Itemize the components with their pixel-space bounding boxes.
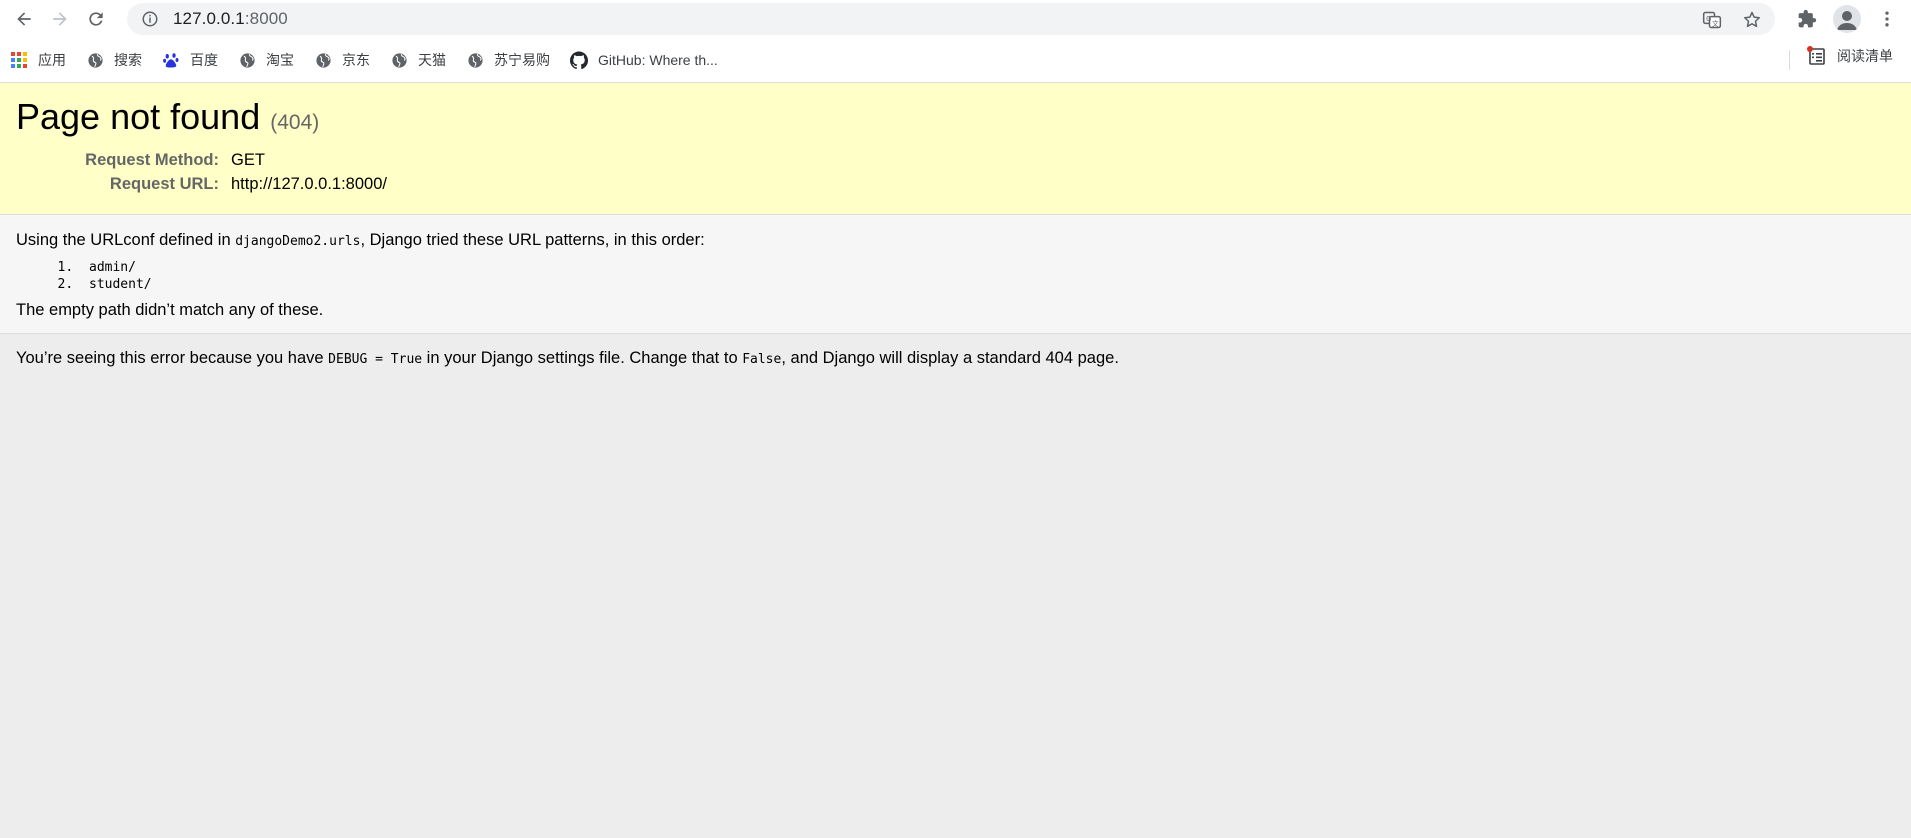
page-title-text: Page not found [16, 96, 261, 137]
globe-icon [86, 51, 104, 69]
globe-icon [390, 51, 408, 69]
reload-button[interactable] [78, 1, 114, 37]
bookmark-label: 京东 [342, 52, 370, 68]
menu-kebab-icon[interactable] [1869, 1, 1905, 37]
bookmark-taobao[interactable]: 淘宝 [238, 46, 302, 74]
request-url-value: http://127.0.0.1:8000/ [231, 175, 387, 193]
forward-button[interactable] [42, 1, 78, 37]
bookmark-label: 苏宁易购 [494, 52, 550, 68]
address-url[interactable]: 127.0.0.1:8000 [173, 9, 288, 29]
bookmark-label: 百度 [190, 52, 218, 68]
urlconf-module: djangoDemo2.urls [235, 234, 361, 249]
globe-icon [238, 51, 256, 69]
request-url-label: Request URL: [109, 175, 219, 193]
back-button[interactable] [6, 1, 42, 37]
github-icon [570, 51, 588, 69]
bookmark-star-icon[interactable] [1739, 7, 1765, 33]
url-patterns-info: Using the URLconf defined in djangoDemo2… [0, 215, 1911, 334]
error-summary: Page not found (404) Request Method: GET… [0, 83, 1911, 215]
bookmark-suning[interactable]: 苏宁易购 [466, 46, 558, 74]
url-patterns-list: admin/ student/ [81, 259, 1895, 293]
url-port: :8000 [244, 9, 288, 28]
bookmarks-divider [1789, 50, 1790, 70]
url-pattern-item: student/ [81, 276, 1895, 293]
bookmark-baidu[interactable]: 百度 [162, 46, 226, 74]
bookmark-apps[interactable]: 应用 [10, 46, 74, 74]
explanation-text: You’re seeing this error because you hav… [16, 347, 1895, 371]
url-pattern-item: admin/ [81, 259, 1895, 276]
bookmark-github[interactable]: GitHub: Where th... [570, 46, 726, 74]
globe-icon [466, 51, 484, 69]
no-match-message: The empty path didn’t match any of these… [16, 301, 324, 319]
explanation-part1: You’re seeing this error because you hav… [16, 349, 329, 367]
bookmark-label: 应用 [38, 52, 66, 68]
svg-text:G: G [1706, 15, 1711, 23]
status-code: (404) [270, 111, 320, 134]
baidu-paw-icon [162, 51, 180, 69]
bookmark-search[interactable]: 搜索 [86, 46, 150, 74]
intro-suffix: , Django tried these URL patterns, in th… [360, 231, 705, 249]
false-code: False [742, 352, 782, 367]
bookmark-label: 搜索 [114, 52, 142, 68]
debug-explanation: You’re seeing this error because you hav… [0, 334, 1911, 384]
debug-setting-code: DEBUG = True [328, 352, 423, 367]
bookmark-label: GitHub: Where th... [598, 52, 718, 68]
bookmark-label: 淘宝 [266, 52, 294, 68]
back-arrow-icon [17, 12, 31, 26]
url-host: 127.0.0.1 [173, 9, 245, 28]
explanation-part3: , and Django will display a standard 404… [781, 349, 1119, 367]
request-method-label: Request Method: [85, 151, 219, 169]
explanation-part2: in your Django settings file. Change tha… [422, 349, 743, 367]
bookmark-label: 天猫 [418, 52, 446, 68]
request-meta-table: Request Method: GET Request URL: http://… [16, 151, 1895, 194]
reading-list-icon [1807, 46, 1827, 66]
address-bar[interactable]: 127.0.0.1:8000 G文 [127, 3, 1775, 35]
profile-button[interactable] [1829, 1, 1865, 37]
urlconf-intro: Using the URLconf defined in djangoDemo2… [16, 229, 1895, 253]
page-title: Page not found (404) [16, 99, 1895, 135]
reading-list-label: 阅读清单 [1837, 48, 1893, 64]
forward-arrow-icon [53, 12, 67, 26]
browser-toolbar: 127.0.0.1:8000 G文 [0, 0, 1911, 38]
extensions-puzzle-icon[interactable] [1789, 1, 1825, 37]
site-info-icon[interactable] [139, 8, 161, 30]
request-method-value: GET [231, 151, 265, 169]
intro-prefix: Using the URLconf defined in [16, 231, 236, 249]
globe-icon [314, 51, 332, 69]
reload-icon [89, 12, 103, 26]
bookmark-jd[interactable]: 京东 [314, 46, 378, 74]
reading-list-button[interactable]: 阅读清单 [1807, 46, 1893, 66]
bookmark-tmall[interactable]: 天猫 [390, 46, 454, 74]
avatar-icon [1833, 5, 1861, 33]
bookmarks-bar: 应用 搜索 百度 淘宝 京东 天猫 苏宁易购 GitHub: Where th.… [0, 38, 1911, 83]
apps-grid-icon [10, 51, 28, 69]
translate-icon[interactable]: G文 [1699, 7, 1725, 33]
svg-text:文: 文 [1712, 19, 1719, 28]
